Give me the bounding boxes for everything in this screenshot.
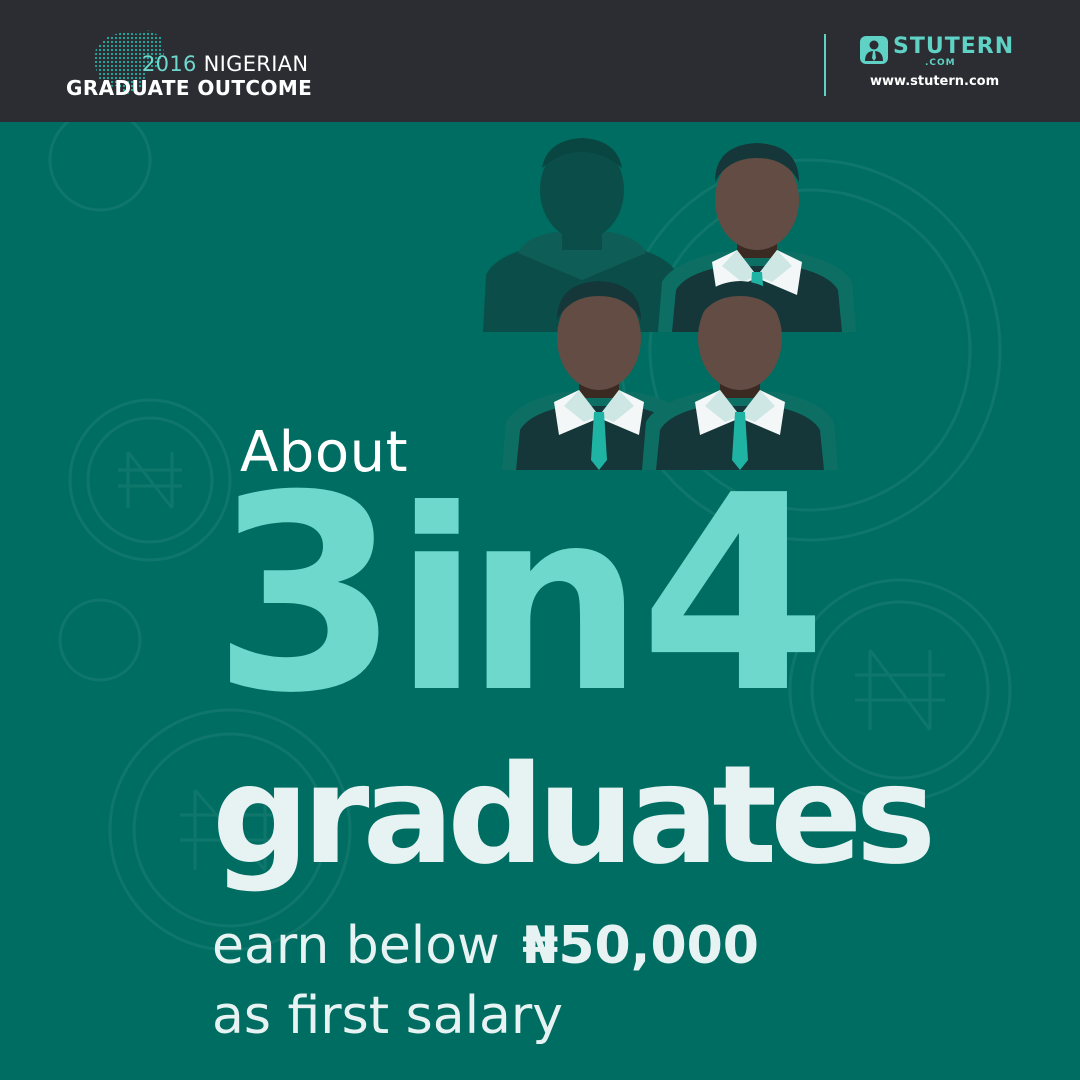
ratio-denominator: 4 — [639, 437, 828, 752]
ratio-numerator: 3 — [212, 437, 400, 752]
headline-subject: graduates — [212, 737, 936, 895]
salary-amount: ₦50,000 — [522, 916, 759, 976]
headline-ratio: 3in4 — [212, 460, 827, 730]
salary-verb-phrase: earn below — [212, 916, 500, 976]
headline-suffix: as first salary — [212, 986, 564, 1046]
headline-salary-line: earn below ₦50,000 — [212, 920, 759, 972]
ratio-connector: in — [393, 456, 644, 747]
